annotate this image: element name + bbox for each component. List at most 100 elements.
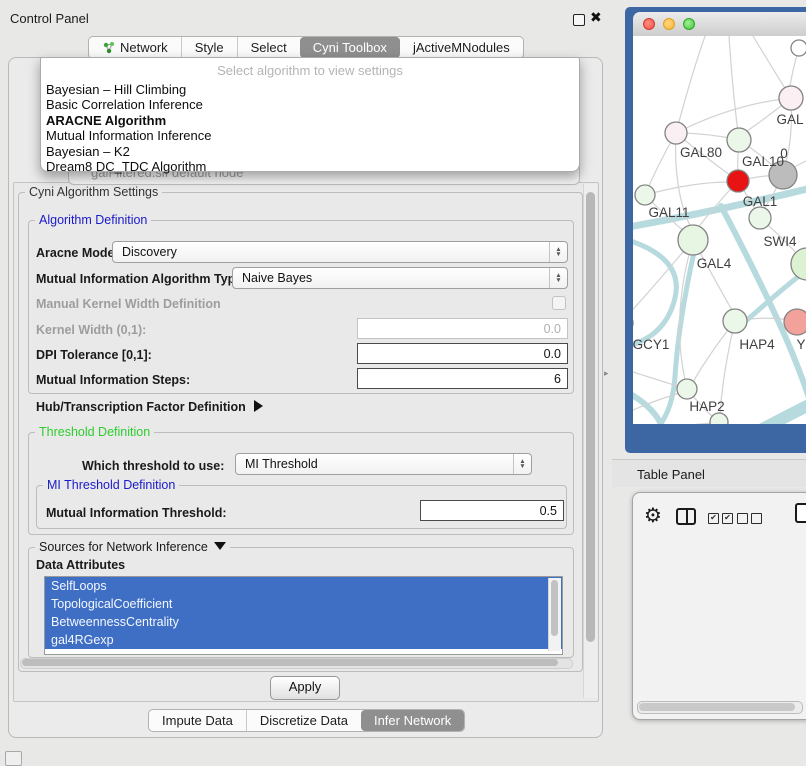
network-edge[interactable] [749,402,806,424]
column-selector-icon[interactable] [676,508,696,525]
panel-splitter-arrow-icon[interactable]: ▸ [604,368,609,379]
dpi-tolerance-label: DPI Tolerance [0,1]: [36,348,152,362]
combo-spinner-icon: ▲▼ [549,242,567,262]
network-canvas[interactable]: GALGAL80GAL10GAL11GAL1SWI4GAL4GCY1HAP4HA… [633,36,806,424]
network-edge[interactable] [633,423,713,424]
mi-threshold-label: Mutual Information Threshold: [46,506,227,520]
table-panel-title: Table Panel [637,467,705,482]
tab-style[interactable]: Style [181,37,237,58]
network-node[interactable] [784,309,806,335]
mi-algorithm-type-select[interactable]: Naive Bayes ▲▼ [232,267,568,289]
combo-spinner-icon: ▲▼ [513,454,531,474]
cyni-settings-legend: Cyni Algorithm Settings [25,185,162,199]
float-panel-icon[interactable] [573,14,585,26]
node-label: HAP2 [689,399,724,414]
network-node-gal10[interactable] [727,128,751,152]
algorithm-popup-placeholder: Select algorithm to view settings [41,63,579,82]
document-icon[interactable] [795,503,806,523]
network-node-gal80[interactable] [665,122,687,144]
bottom-tab-impute-data[interactable]: Impute Data [149,710,246,731]
algorithm-option[interactable]: Mutual Information Inference [41,128,579,143]
control-panel-tabbar: NetworkStyleSelectCyni ToolboxjActiveMNo… [88,36,524,59]
attribute-item[interactable]: gal4RGexp [45,631,562,649]
mi-steps-field[interactable]: 6 [357,368,568,389]
sources-toggle[interactable]: Sources for Network Inference [35,540,230,554]
bottom-tab-discretize-data[interactable]: Discretize Data [246,710,361,731]
aracne-mode-select[interactable]: Discovery ▲▼ [112,241,568,263]
settings-horizontal-scrollbar[interactable] [20,658,573,669]
node-label: 0 [780,146,788,161]
data-attributes-list[interactable]: SelfLoopsTopologicalCoefficientBetweenne… [44,576,563,655]
collapsed-arrow-icon [254,400,263,412]
mi-threshold-legend: MI Threshold Definition [43,478,179,492]
tab-select[interactable]: Select [237,37,300,58]
bottom-tab-infer-network[interactable]: Infer Network [361,710,464,731]
dpi-tolerance-field[interactable]: 0.0 [357,343,568,364]
mi-threshold-field[interactable]: 0.5 [420,500,564,521]
select-all-icon[interactable]: ✔✔ [708,513,733,524]
manual-kernel-width-label: Manual Kernel Width Definition [36,297,221,311]
network-window-titlebar[interactable] [633,12,806,37]
algorithm-option[interactable]: Basic Correlation Inference [41,97,579,112]
zoom-window-icon[interactable] [683,18,695,30]
node-label: GAL4 [697,256,732,271]
list-vertical-scrollbar[interactable] [548,578,561,651]
network-edge[interactable] [633,388,663,424]
node-table[interactable]: shared...nameA YDL19...YDL19...13YDR27..… [637,538,806,701]
network-edge[interactable] [645,182,729,195]
algorithm-option[interactable]: Dream8 DC_TDC Algorithm [41,159,579,174]
algorithm-option[interactable]: Bayesian – Hill Climbing [41,82,579,97]
kernel-width-label: Kernel Width (0,1): [36,323,146,337]
aracne-mode-label: Aracne Mode: [36,246,119,260]
network-node-gal[interactable] [779,86,803,110]
algorithm-definition-legend: Algorithm Definition [35,213,151,227]
tab-cyni-toolbox[interactable]: Cyni Toolbox [300,37,400,58]
network-node-hap4[interactable] [723,309,747,333]
network-node-swi4[interactable] [791,248,806,280]
settings-vertical-scrollbar[interactable] [583,184,597,698]
node-label: GCY1 [633,337,669,352]
close-panel-icon[interactable]: ✖ [590,9,602,26]
network-node-hap2[interactable] [677,379,697,399]
network-node-gal1[interactable] [749,207,771,229]
manual-kernel-width-checkbox[interactable] [552,296,566,310]
node-label: GAL1 [743,194,778,209]
attribute-item[interactable]: TopologicalCoefficient [45,595,562,613]
bottom-corner-panel-icon[interactable] [5,751,22,766]
mi-steps-label: Mutual Information Steps: [36,373,190,387]
node-label: SWI4 [763,234,796,249]
algorithm-dropdown-popup: Select algorithm to view settings Bayesi… [40,57,580,172]
algorithm-option[interactable]: Bayesian – K2 [41,144,579,159]
network-edge[interactable] [676,36,705,133]
tab-jactivemnodules[interactable]: jActiveMNodules [400,37,523,58]
attribute-item[interactable]: SelfLoops [45,577,562,595]
minimize-window-icon[interactable] [663,18,675,30]
combo-spinner-icon: ▲▼ [549,268,567,288]
tab-network[interactable]: Network [89,37,181,58]
table-settings-gear-icon[interactable]: ⚙ [644,503,662,528]
which-threshold-select[interactable]: MI Threshold ▲▼ [235,453,532,475]
attribute-item[interactable]: BetweennessCentrality [45,613,562,631]
algorithm-option[interactable]: ARACNE Algorithm [41,113,579,128]
node-label: HAP4 [739,337,775,352]
network-edge[interactable] [676,98,791,133]
deselect-all-icon[interactable] [737,513,762,524]
kernel-width-field[interactable]: 0.0 [357,318,568,339]
threshold-definition-legend: Threshold Definition [35,425,154,439]
close-window-icon[interactable] [643,18,655,30]
expanded-arrow-icon [214,542,226,550]
network-edge[interactable] [729,36,739,140]
network-node[interactable] [727,170,749,192]
network-tab-icon [102,41,115,54]
node-label: Y [796,337,805,352]
network-node-gal11[interactable] [635,185,655,205]
network-node-gal4[interactable] [678,225,708,255]
node-label: GAL11 [648,205,689,220]
network-node[interactable] [791,40,806,56]
mi-algorithm-type-label: Mutual Information Algorithm Type: [36,272,246,286]
table-horizontal-scrollbar[interactable] [637,701,803,714]
network-edge[interactable] [633,238,676,348]
network-node[interactable] [710,413,728,424]
hub-section-toggle[interactable]: Hub/Transcription Factor Definition [36,400,263,414]
apply-button[interactable]: Apply [270,676,340,700]
